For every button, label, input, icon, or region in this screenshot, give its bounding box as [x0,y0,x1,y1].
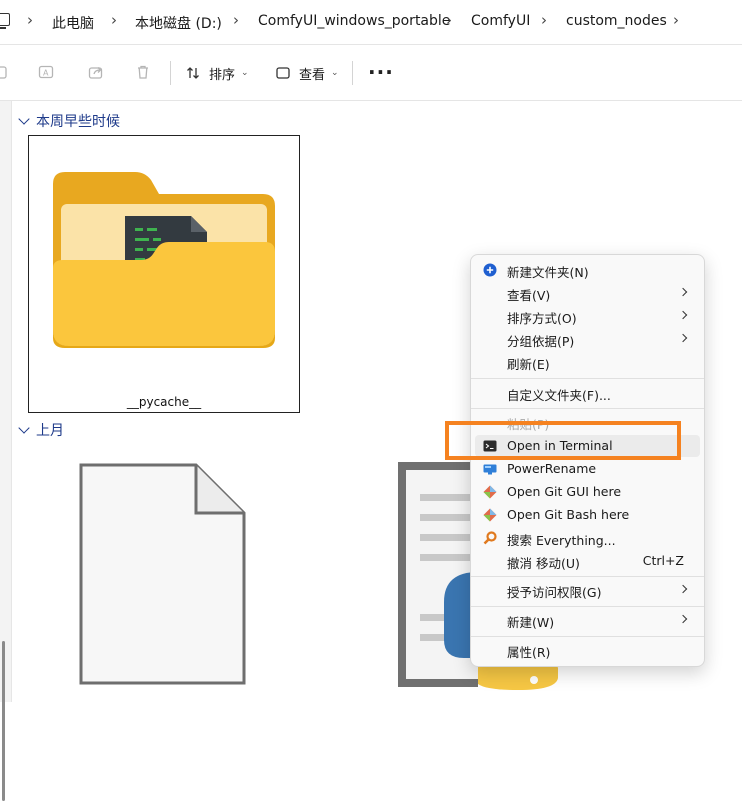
this-pc-icon[interactable] [0,13,10,29]
menu-item-label: 搜索 Everything... [507,533,616,548]
folder-name: __pycache__ [126,395,202,409]
breadcrumb-chevron-icon[interactable]: › [27,11,33,29]
breadcrumb-custom-nodes[interactable]: custom_nodes [566,13,667,29]
chevron-down-icon: ⌄ [331,68,339,78]
menu-item-label: 自定义文件夹(F)... [507,388,611,403]
folder-item[interactable]: __pycache__ [28,135,300,413]
blank-file-icon[interactable] [78,462,248,686]
more-options-button[interactable]: ··· [368,60,394,84]
git-icon [483,508,497,522]
menu-item-label: 刷新(E) [507,357,550,372]
command-bar: A 排序 ⌄ 查看 ⌄ ··· [0,45,742,101]
chevron-down-icon: ⌄ [241,68,249,78]
breadcrumb-comfyui-portable[interactable]: ComfyUI_windows_portable [258,13,450,29]
view-label: 查看 [299,67,326,83]
menu-item-label: 新建(W) [507,615,555,630]
menu-item-powerrename[interactable]: PowerRename [475,458,700,480]
chevron-right-icon [678,287,688,297]
menu-item-label: 授予访问权限(G) [507,585,602,600]
menu-divider [471,636,704,637]
rename-icon[interactable]: A [38,64,54,80]
menu-item-label: 属性(R) [507,645,551,660]
menu-item-label: 撤消 移动(U) [507,556,580,571]
breadcrumb-chevron-icon[interactable]: › [541,11,547,29]
menu-divider [471,408,704,409]
powerrename-icon [483,464,497,475]
view-icon [276,67,290,79]
add-circle-icon [483,263,497,277]
menu-item-undo-move[interactable]: 撤消 移动(U) Ctrl+Z [475,550,700,572]
menu-item-open-git-bash[interactable]: Open Git Bash here [475,504,700,526]
menu-item-properties[interactable]: 属性(R) [475,639,700,661]
toolbar-divider [352,61,353,85]
menu-item-label: Open Git Bash here [507,507,630,522]
group-header-last-month[interactable]: 上月 [18,420,64,440]
delete-icon[interactable] [135,64,151,80]
sort-button[interactable]: 排序 ⌄ [185,62,249,84]
menu-item-label: PowerRename [507,461,597,476]
group-header-earlier-this-week[interactable]: 本周早些时候 [18,111,120,131]
breadcrumb-chevron-icon[interactable]: › [111,11,117,29]
group-label: 本周早些时候 [36,114,120,130]
breadcrumb-chevron-icon[interactable]: › [673,11,679,29]
navigation-pane-scrollbar[interactable] [2,641,5,801]
navigation-pane[interactable] [0,101,12,801]
menu-item-give-access[interactable]: 授予访问权限(G) [475,579,700,601]
address-bar[interactable]: › 此电脑 › 本地磁盘 (D:) › ComfyUI_windows_port… [0,0,742,45]
toolbar-divider [170,61,171,85]
annotation-highlight-box [445,421,681,460]
context-menu: 新建文件夹(N) 查看(V) 排序方式(O) 分组依据(P) 刷新(E) 自定义… [470,254,705,667]
view-button[interactable]: 查看 ⌄ [275,62,339,84]
menu-item-customize-folder[interactable]: 自定义文件夹(F)... [475,382,700,404]
breadcrumb-chevron-icon[interactable]: › [446,11,452,29]
chevron-right-icon [678,333,688,343]
chevron-right-icon [678,310,688,320]
menu-item-label: Open Git GUI here [507,484,622,499]
breadcrumb-this-pc[interactable]: 此电脑 [52,13,94,33]
menu-divider [471,378,704,379]
chevron-down-icon [18,422,30,434]
menu-item-view[interactable]: 查看(V) [475,282,700,304]
menu-item-label: 查看(V) [507,288,551,303]
git-icon [483,485,497,499]
menu-item-label: 新建文件夹(N) [507,265,589,280]
group-label: 上月 [36,423,64,439]
menu-item-open-git-gui[interactable]: Open Git GUI here [475,481,700,503]
menu-item-search-everything[interactable]: 搜索 Everything... [475,527,700,549]
menu-item-label: 分组依据(P) [507,334,575,349]
chevron-down-icon [18,113,30,125]
sort-label: 排序 [209,67,236,83]
menu-item-group-by[interactable]: 分组依据(P) [475,328,700,350]
menu-item-sort-by[interactable]: 排序方式(O) [475,305,700,327]
menu-item-new[interactable]: 新建(W) [475,609,700,631]
menu-divider [471,606,704,607]
menu-item-refresh[interactable]: 刷新(E) [475,351,700,373]
share-icon[interactable] [88,64,104,80]
breadcrumb-local-disk[interactable]: 本地磁盘 (D:) [135,13,222,33]
copy-icon[interactable] [0,64,10,80]
svg-text:A: A [43,69,49,78]
chevron-right-icon [678,614,688,624]
breadcrumb-chevron-icon[interactable]: › [233,11,239,29]
everything-search-icon [483,531,497,545]
menu-item-shortcut: Ctrl+Z [642,553,684,568]
menu-item-label: 排序方式(O) [507,311,577,326]
breadcrumb-comfyui[interactable]: ComfyUI [471,13,530,29]
sort-arrows-icon [187,67,199,79]
python-folder-icon [53,172,275,348]
python-file-icon[interactable] [398,462,478,687]
menu-divider [471,576,704,577]
chevron-right-icon [678,584,688,594]
menu-item-new-folder[interactable]: 新建文件夹(N) [475,259,700,281]
